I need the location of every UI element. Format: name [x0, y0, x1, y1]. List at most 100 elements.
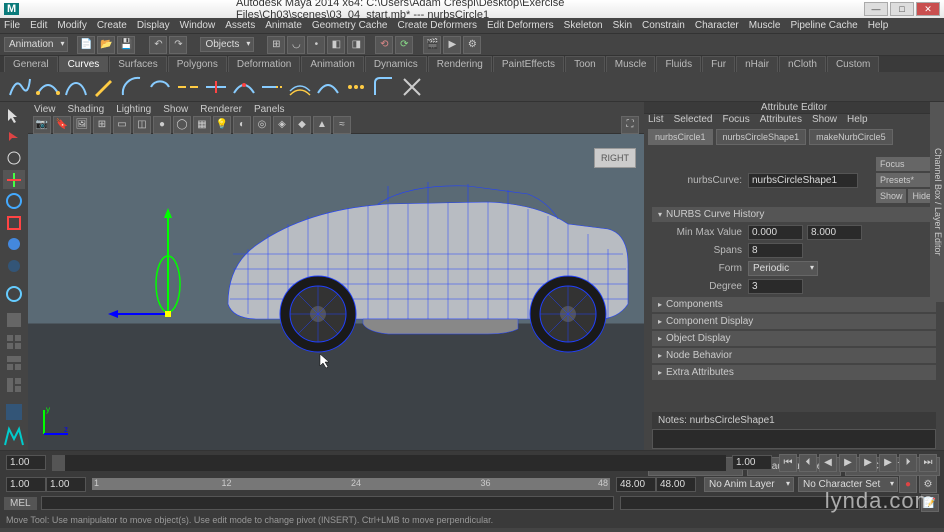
- command-input[interactable]: [41, 496, 614, 510]
- step-fwd-icon[interactable]: ⏵: [899, 454, 917, 472]
- bezier-icon[interactable]: [64, 75, 88, 99]
- vp-menu-lighting[interactable]: Lighting: [116, 104, 151, 115]
- form-dropdown[interactable]: Periodic: [748, 261, 818, 276]
- attr-menu-focus[interactable]: Focus: [722, 114, 749, 125]
- select-tool[interactable]: [3, 106, 25, 124]
- snap-curve-icon[interactable]: ◡: [287, 36, 305, 54]
- vp-shadows-icon[interactable]: ◐: [233, 116, 251, 134]
- spans-field[interactable]: [748, 243, 803, 258]
- attach-curve-icon[interactable]: [176, 75, 200, 99]
- soft-mod-tool[interactable]: [3, 256, 25, 274]
- nurbs-curve-field[interactable]: [748, 173, 858, 188]
- shelf-tab-curves[interactable]: Curves: [59, 56, 109, 72]
- vp-grid-icon[interactable]: ⊞: [93, 116, 111, 134]
- vp-motion-blur-icon[interactable]: ≈: [333, 116, 351, 134]
- menu-skin[interactable]: Skin: [613, 20, 632, 31]
- attr-tab-nurbsCircle1[interactable]: nurbsCircle1: [648, 129, 713, 145]
- max-value-field[interactable]: [807, 225, 862, 240]
- vp-wireframe-icon[interactable]: ◯: [173, 116, 191, 134]
- range-end-field[interactable]: [656, 477, 696, 492]
- open-scene-icon[interactable]: 📂: [97, 36, 115, 54]
- attr-menu-help[interactable]: Help: [847, 114, 868, 125]
- range-playback-end[interactable]: [616, 477, 656, 492]
- snap-grid-icon[interactable]: ⊞: [267, 36, 285, 54]
- menu-help[interactable]: Help: [868, 20, 889, 31]
- insert-knot-icon[interactable]: [232, 75, 256, 99]
- layout-b-icon[interactable]: [3, 376, 25, 394]
- vp-xray-icon[interactable]: ◈: [273, 116, 291, 134]
- shelf-tab-animation[interactable]: Animation: [301, 56, 363, 72]
- menu-character[interactable]: Character: [695, 20, 739, 31]
- current-frame-right[interactable]: [732, 455, 772, 470]
- section-component-display[interactable]: Component Display: [652, 314, 936, 329]
- attr-tab-nurbsCircleShape1[interactable]: nurbsCircleShape1: [716, 129, 807, 145]
- menu-assets[interactable]: Assets: [225, 20, 255, 31]
- shelf-tab-fur[interactable]: Fur: [702, 56, 735, 72]
- vp-aa-icon[interactable]: ▲: [313, 116, 331, 134]
- degree-field[interactable]: [748, 279, 803, 294]
- vp-menu-renderer[interactable]: Renderer: [200, 104, 242, 115]
- vp-menu-show[interactable]: Show: [163, 104, 188, 115]
- section-node-behavior[interactable]: Node Behavior: [652, 348, 936, 363]
- vp-image-plane-icon[interactable]: 🖼: [73, 116, 91, 134]
- four-view-icon[interactable]: [3, 333, 25, 351]
- cut-curve-icon[interactable]: [400, 75, 424, 99]
- shelf-tab-custom[interactable]: Custom: [827, 56, 879, 72]
- attr-menu-list[interactable]: List: [648, 114, 664, 125]
- section-extra-attributes[interactable]: Extra Attributes: [652, 365, 936, 380]
- key-fwd-icon[interactable]: ▶: [879, 454, 897, 472]
- menu-display[interactable]: Display: [137, 20, 170, 31]
- minimize-button[interactable]: —: [864, 2, 888, 16]
- vp-menu-shading[interactable]: Shading: [68, 104, 105, 115]
- universal-manip-tool[interactable]: [3, 235, 25, 253]
- menu-muscle[interactable]: Muscle: [749, 20, 781, 31]
- layout-a-icon[interactable]: [3, 354, 25, 372]
- presets-button[interactable]: Presets*: [876, 173, 935, 187]
- menu-modify[interactable]: Modify: [57, 20, 86, 31]
- min-value-field[interactable]: [748, 225, 803, 240]
- menu-create[interactable]: Create: [97, 20, 127, 31]
- snap-view-icon[interactable]: ◨: [347, 36, 365, 54]
- single-view-icon[interactable]: [3, 311, 25, 329]
- vp-lights-icon[interactable]: 💡: [213, 116, 231, 134]
- rotate-tool[interactable]: [3, 192, 25, 210]
- play-fwd-icon[interactable]: ▶: [859, 454, 877, 472]
- close-button[interactable]: ✕: [916, 2, 940, 16]
- three-point-arc-icon[interactable]: [148, 75, 172, 99]
- range-start-field[interactable]: [6, 477, 46, 492]
- key-back-icon[interactable]: ◀: [819, 454, 837, 472]
- curve-tool-icon[interactable]: [8, 75, 32, 99]
- pencil-curve-icon[interactable]: [92, 75, 116, 99]
- nurbs-history-section[interactable]: NURBS Curve History: [652, 207, 936, 222]
- show-manip-tool[interactable]: [3, 285, 25, 303]
- menu-edit-deformers[interactable]: Edit Deformers: [487, 20, 554, 31]
- move-tool[interactable]: [3, 170, 25, 188]
- ipr-icon[interactable]: ▶: [443, 36, 461, 54]
- outliner-icon[interactable]: [3, 402, 25, 422]
- range-playback-start[interactable]: [46, 477, 86, 492]
- snap-plane-icon[interactable]: ◧: [327, 36, 345, 54]
- offset-curve-icon[interactable]: [288, 75, 312, 99]
- shelf-tab-nhair[interactable]: nHair: [736, 56, 778, 72]
- extend-curve-icon[interactable]: [260, 75, 284, 99]
- menu-edit[interactable]: Edit: [30, 20, 47, 31]
- menu-create-deformers[interactable]: Create Deformers: [398, 20, 477, 31]
- shelf-tab-ncloth[interactable]: nCloth: [779, 56, 826, 72]
- channel-box-tab[interactable]: Channel Box / Layer Editor: [930, 102, 944, 302]
- menu-skeleton[interactable]: Skeleton: [564, 20, 603, 31]
- anim-layer-dropdown[interactable]: No Anim Layer: [704, 477, 794, 492]
- vp-menu-view[interactable]: View: [34, 104, 56, 115]
- save-scene-icon[interactable]: 💾: [117, 36, 135, 54]
- menu-window[interactable]: Window: [180, 20, 216, 31]
- redo-icon[interactable]: ↷: [169, 36, 187, 54]
- fast-fwd-icon[interactable]: ⏭: [919, 454, 937, 472]
- curve-fillet-icon[interactable]: [372, 75, 396, 99]
- vp-film-gate-icon[interactable]: ▭: [113, 116, 131, 134]
- undo-icon[interactable]: ↶: [149, 36, 167, 54]
- shelf-tab-toon[interactable]: Toon: [565, 56, 605, 72]
- vp-select-camera-icon[interactable]: 📷: [33, 116, 51, 134]
- vp-isolate-icon[interactable]: ◎: [253, 116, 271, 134]
- current-frame-left[interactable]: [6, 455, 46, 470]
- shelf-tab-polygons[interactable]: Polygons: [168, 56, 227, 72]
- shelf-tab-surfaces[interactable]: Surfaces: [109, 56, 166, 72]
